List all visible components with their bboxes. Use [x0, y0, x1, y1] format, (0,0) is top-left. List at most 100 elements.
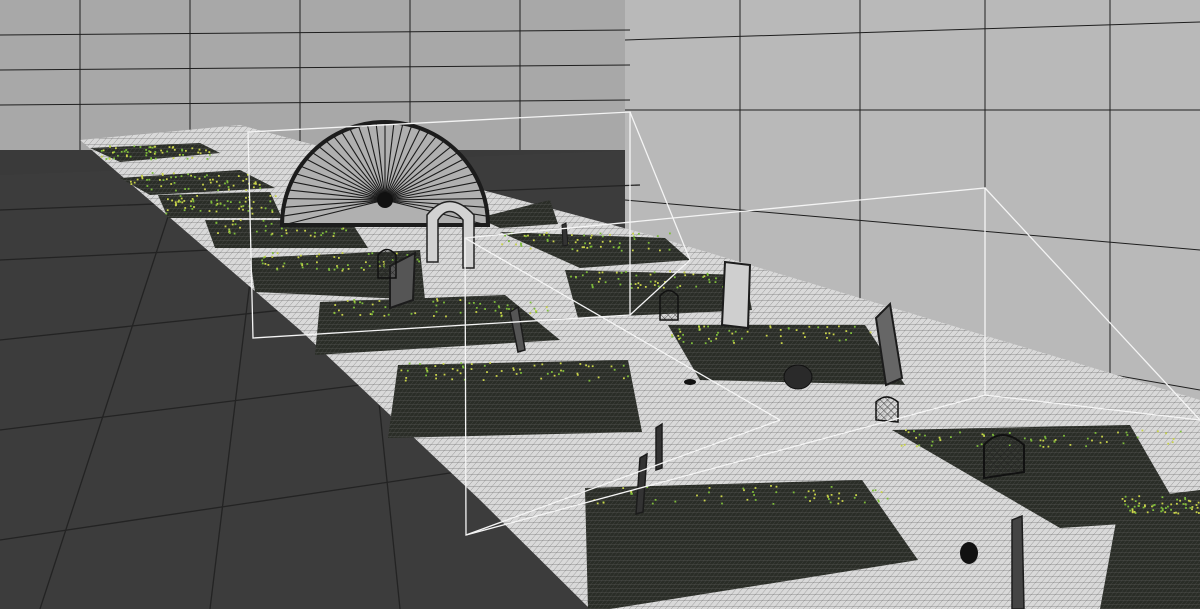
foliage-point — [146, 185, 149, 187]
foliage-point — [1039, 444, 1042, 447]
foliage-point — [232, 184, 235, 187]
foliage-point — [105, 158, 108, 160]
foliage-point — [123, 150, 126, 153]
foliage-point — [775, 491, 778, 494]
foliage-point — [590, 236, 592, 239]
foliage-point — [237, 175, 240, 177]
foliage-point — [282, 265, 285, 268]
foliage-point — [232, 220, 235, 222]
standing-panel[interactable] — [720, 260, 752, 330]
foliage-point — [527, 234, 529, 237]
foliage-point — [212, 178, 214, 181]
foliage-point — [609, 233, 611, 236]
foliage-point — [543, 233, 545, 236]
foliage-point — [1175, 511, 1177, 514]
foliage-point — [353, 299, 355, 301]
foliage-point — [435, 374, 437, 376]
foliage-point — [684, 274, 687, 277]
foliage-point — [631, 249, 634, 252]
foliage-point — [262, 256, 265, 259]
foliage-point — [113, 157, 115, 160]
foliage-point — [1152, 504, 1155, 507]
foliage-point — [240, 205, 243, 208]
foliage-point — [1127, 505, 1130, 508]
foliage-point — [271, 256, 274, 258]
foliage-point — [175, 203, 177, 206]
foliage-point — [208, 153, 211, 156]
3d-viewport[interactable] — [0, 0, 1200, 609]
foliage-point — [1131, 508, 1134, 511]
foliage-point — [191, 156, 194, 159]
standing-panel[interactable] — [1011, 514, 1025, 609]
foliage-point — [671, 334, 673, 336]
foliage-point — [347, 264, 349, 266]
lattice-tombstone[interactable] — [875, 396, 899, 423]
foliage-point — [1133, 511, 1136, 513]
foliage-point — [850, 332, 852, 334]
round-object[interactable] — [783, 364, 813, 390]
foliage-point — [261, 262, 264, 265]
foliage-point — [100, 150, 103, 152]
foliage-point — [720, 495, 723, 498]
foliage-point — [414, 312, 417, 315]
foliage-point — [1047, 445, 1050, 448]
lattice-tombstone[interactable] — [983, 434, 1025, 480]
foliage-point — [754, 499, 757, 501]
foliage-point — [242, 179, 245, 182]
foliage-point — [900, 444, 903, 447]
foliage-point — [617, 278, 620, 280]
foliage-point — [673, 276, 676, 279]
foliage-point — [585, 364, 587, 367]
foliage-point — [1042, 439, 1045, 442]
foliage-point — [618, 242, 621, 245]
foliage-point — [598, 271, 601, 274]
foliage-point — [512, 369, 515, 371]
foliage-point — [717, 331, 719, 334]
foliage-point — [460, 362, 463, 365]
foliage-point — [1173, 512, 1176, 514]
foliage-point — [166, 209, 169, 211]
foliage-point — [613, 368, 616, 371]
foliage-point — [378, 300, 381, 302]
foliage-point — [625, 271, 627, 273]
foliage-point — [435, 304, 438, 307]
foliage-point — [591, 283, 594, 286]
foliage-point — [1042, 446, 1045, 448]
foliage-point — [504, 234, 506, 237]
foliage-point — [1053, 440, 1056, 443]
foliage-point — [238, 201, 241, 204]
foliage-point — [585, 271, 588, 274]
foliage-point — [341, 252, 344, 254]
foliage-point — [708, 487, 711, 489]
foliage-point — [1124, 495, 1127, 498]
foliage-point — [445, 315, 447, 318]
viewport-canvas[interactable] — [0, 0, 1200, 609]
foliage-point — [363, 268, 365, 271]
foliage-point — [545, 232, 548, 234]
foliage-point — [950, 436, 952, 438]
foliage-point — [698, 328, 701, 331]
foliage-point — [552, 240, 555, 243]
lattice-tombstone[interactable] — [377, 248, 397, 279]
foliage-point — [1165, 432, 1167, 435]
foliage-point — [601, 240, 604, 243]
foliage-point — [630, 491, 633, 493]
foliage-point — [234, 223, 237, 226]
foliage-point — [251, 212, 254, 215]
foliage-point — [559, 362, 562, 365]
foliage-point — [753, 494, 755, 496]
foliage-point — [583, 246, 585, 249]
foliage-point — [1160, 506, 1163, 509]
foliage-point — [365, 261, 367, 264]
foliage-point — [703, 275, 706, 278]
round-object[interactable] — [684, 379, 696, 385]
foliage-point — [546, 240, 549, 242]
foliage-point — [1167, 505, 1169, 508]
foliage-point — [341, 269, 344, 272]
foliage-point — [271, 232, 274, 235]
foliage-point — [109, 146, 111, 148]
round-object[interactable] — [960, 542, 978, 564]
foliage-point — [574, 241, 577, 244]
lattice-tombstone[interactable] — [659, 289, 679, 321]
foliage-point — [383, 314, 386, 317]
